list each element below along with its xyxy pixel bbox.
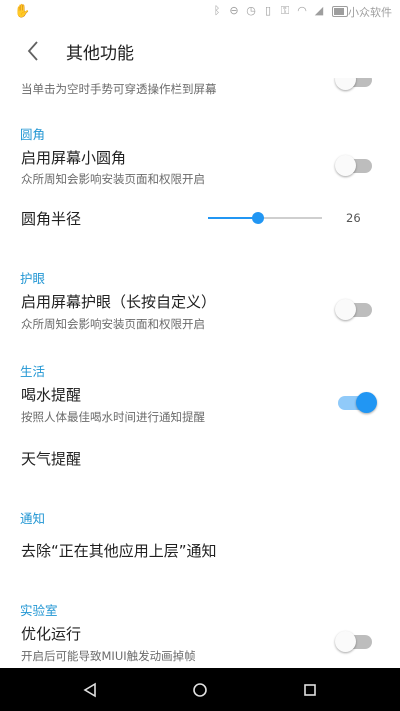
eye-care-switch[interactable] (335, 299, 372, 320)
water-reminder-switch[interactable] (338, 392, 377, 413)
back-button[interactable] (18, 36, 48, 66)
navigation-bar (0, 668, 400, 711)
optimize-run-switch[interactable] (335, 631, 372, 652)
vibrate-icon: ▯ (264, 4, 272, 17)
toolbar: 其他功能 (0, 24, 400, 78)
corner-radius-slider-fill (208, 217, 259, 219)
nav-back-button[interactable] (79, 679, 101, 701)
status-icons: ᛒ ⊖ ◷ ▯ ⚿ ◠ ◢ (211, 5, 348, 17)
key-icon: ⚿ (280, 4, 290, 17)
category-rounded-corners: 圆角 (20, 127, 46, 142)
optimize-run-summary: 开启后可能导致MIUI触发动画掉帧 (21, 649, 196, 663)
category-notification: 通知 (20, 511, 46, 526)
alarm-icon: ◷ (246, 4, 256, 17)
category-eye-care: 护眼 (20, 271, 46, 286)
status-bar: ✋ ᛒ ⊖ ◷ ▯ ⚿ ◠ ◢ 小众软件 (0, 0, 400, 24)
wifi-icon: ◠ (297, 4, 307, 17)
weather-reminder-title[interactable]: 天气提醒 (21, 448, 81, 469)
corner-radius-slider-thumb[interactable] (252, 212, 265, 224)
settings-list[interactable]: 当单击为空时手势可穿透操作栏到屏幕 圆角 启用屏幕小圆角 众所周知会影响安装页面… (0, 78, 400, 668)
remove-overlay-notification-title[interactable]: 去除“正在其他应用上层”通知 (21, 540, 217, 561)
optimize-run-title: 优化运行 (21, 625, 82, 643)
rounded-corner-summary: 众所周知会影响安装页面和权限开启 (21, 172, 205, 186)
gesture-passthrough-summary: 当单击为空时手势可穿透操作栏到屏幕 (21, 82, 217, 96)
nav-home-icon (193, 683, 207, 697)
signal-icon: ◢ (314, 4, 324, 17)
hand-icon: ✋ (14, 4, 31, 19)
rounded-corner-title: 启用屏幕小圆角 (21, 149, 127, 167)
rounded-corner-switch[interactable] (335, 155, 372, 176)
back-arrow-icon (27, 41, 38, 61)
category-life: 生活 (20, 364, 46, 379)
corner-radius-slider[interactable] (208, 212, 322, 224)
do-not-disturb-icon: ⊖ (229, 4, 239, 17)
nav-back-icon (83, 682, 96, 698)
eye-care-summary: 众所周知会影响安装页面和权限开启 (21, 317, 205, 331)
nav-home-button[interactable] (189, 679, 211, 701)
water-reminder-title: 喝水提醒 (21, 386, 82, 404)
battery-icon (332, 5, 348, 17)
category-lab: 实验室 (20, 603, 58, 618)
corner-radius-value: 26 (346, 211, 361, 225)
nav-recents-icon (304, 684, 316, 696)
nav-recents-button[interactable] (299, 679, 321, 701)
gesture-passthrough-switch[interactable] (335, 78, 372, 90)
bluetooth-icon: ᛒ (213, 4, 221, 17)
page-title: 其他功能 (66, 44, 134, 64)
watermark-text: 小众软件 (348, 6, 392, 19)
water-reminder-summary: 按照人体最佳喝水时间进行通知提醒 (21, 410, 205, 424)
eye-care-title: 启用屏幕护眼（长按自定义） (21, 293, 217, 311)
corner-radius-title: 圆角半径 (21, 210, 82, 228)
